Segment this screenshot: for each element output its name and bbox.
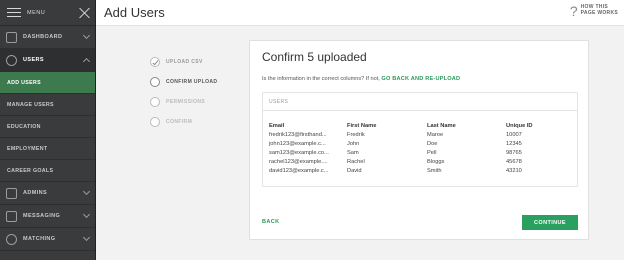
step-confirm-upload: CONFIRM UPLOAD — [150, 72, 217, 92]
help-link[interactable]: ? HOW THIS PAGE WORKS — [570, 4, 618, 18]
match-icon — [6, 233, 17, 245]
sidebar-item-users[interactable]: USERS — [0, 49, 95, 72]
cell-unique-id: 12345 — [506, 140, 522, 147]
chevron-down-icon — [82, 210, 91, 219]
step-label: PERMISSIONS — [166, 99, 206, 105]
circle-icon — [150, 77, 160, 87]
close-icon[interactable] — [78, 6, 92, 20]
chevron-down-icon — [82, 31, 91, 40]
cell-unique-id: 98765 — [506, 149, 522, 156]
help-text-line2: PAGE WORKS — [580, 10, 618, 16]
table-row: sam123@example.co... Sam Pell 98765 — [269, 148, 556, 157]
column-header: First Name — [347, 123, 377, 129]
table-header-row: Email First Name Last Name Unique ID — [269, 122, 556, 130]
sidebar-item-label: ADMINS — [23, 190, 48, 196]
step-confirm: CONFIRM — [150, 112, 217, 132]
sidebar-subitem-add-users[interactable]: ADD USERS — [0, 72, 95, 94]
table-row: david123@example.c... David Smith 43210 — [269, 166, 556, 175]
sidebar-header: MENU — [0, 0, 95, 26]
progress-steps: UPLOAD CSV CONFIRM UPLOAD PERMISSIONS CO… — [150, 52, 217, 132]
users-table: Email First Name Last Name Unique ID fre… — [269, 122, 556, 175]
cell-email: fredrik123@firsthand... — [269, 131, 327, 138]
back-link[interactable]: BACK — [262, 219, 280, 225]
table-row: john123@example.c... John Doe 12345 — [269, 139, 556, 148]
reupload-link[interactable]: GO BACK AND RE-UPLOAD — [381, 76, 460, 82]
circle-icon — [150, 117, 160, 127]
sidebar-item-matching[interactable]: MATCHING — [0, 228, 95, 251]
users-panel: USERS Email First Name Last Name Unique … — [262, 92, 578, 187]
sidebar-item-label: MESSAGING — [23, 213, 61, 219]
home-icon — [6, 31, 17, 43]
step-label: CONFIRM UPLOAD — [166, 79, 218, 85]
sidebar-item-label: USERS — [23, 57, 44, 63]
sidebar-item-label: MATCHING — [23, 236, 56, 242]
users-panel-header: USERS — [263, 93, 577, 111]
sidebar-subitem-manage-users[interactable]: MANAGE USERS — [0, 94, 95, 116]
cell-first-name: John — [347, 140, 360, 147]
table-row: fredrik123@firsthand... Fredrik Maroe 10… — [269, 130, 556, 139]
cell-unique-id: 10007 — [506, 131, 522, 138]
correct-columns-question: Is the information in the correct column… — [262, 76, 460, 82]
sidebar-item-dashboard[interactable]: DASHBOARD — [0, 26, 95, 49]
cell-email: rachel123@example.... — [269, 158, 328, 165]
continue-button[interactable]: CONTINUE — [522, 215, 578, 230]
table-row: rachel123@example.... Rachel Bloggs 4567… — [269, 157, 556, 166]
step-permissions: PERMISSIONS — [150, 92, 217, 112]
sidebar-subitem-education[interactable]: EDUCATION — [0, 116, 95, 138]
cell-last-name: Doe — [427, 140, 438, 147]
column-header: Last Name — [427, 123, 456, 129]
page-title: Add Users — [104, 5, 165, 20]
cell-last-name: Pell — [427, 149, 437, 156]
cell-last-name: Maroe — [427, 131, 444, 138]
message-icon — [6, 210, 17, 222]
sidebar-item-messaging[interactable]: MESSAGING — [0, 205, 95, 228]
hamburger-icon[interactable] — [7, 8, 21, 17]
user-icon — [6, 54, 17, 66]
check-circle-icon — [150, 57, 160, 67]
confirm-card: Confirm 5 uploaded Is the information in… — [249, 40, 589, 240]
column-header: Unique ID — [506, 123, 533, 129]
circle-icon — [150, 97, 160, 107]
main-content: Add Users ? HOW THIS PAGE WORKS UPLOAD C… — [96, 0, 624, 260]
question-mark-icon: ? — [569, 3, 578, 19]
shield-icon — [6, 187, 17, 199]
cell-first-name: Sam — [347, 149, 359, 156]
sidebar-subitem-employment[interactable]: EMPLOYMENT — [0, 138, 95, 160]
card-title: Confirm 5 uploaded — [262, 50, 367, 64]
cell-first-name: Fredrik — [347, 131, 365, 138]
step-label: CONFIRM — [166, 119, 193, 125]
sidebar-subitem-career-goals[interactable]: CAREER GOALS — [0, 160, 95, 182]
step-label: UPLOAD CSV — [166, 59, 203, 65]
step-upload-csv: UPLOAD CSV — [150, 52, 217, 72]
cell-email: john123@example.c... — [269, 140, 326, 147]
sidebar-item-label: DASHBOARD — [23, 34, 63, 40]
cell-email: david123@example.c... — [269, 167, 329, 174]
sidebar-item-admins[interactable]: ADMINS — [0, 182, 95, 205]
cell-first-name: David — [347, 167, 362, 174]
sidebar: MENU DASHBOARD USERS ADD USERS MANAGE US… — [0, 0, 96, 260]
cell-email: sam123@example.co... — [269, 149, 329, 156]
cell-first-name: Rachel — [347, 158, 365, 165]
cell-last-name: Smith — [427, 167, 442, 174]
cell-last-name: Bloggs — [427, 158, 445, 165]
chevron-up-icon — [82, 57, 91, 65]
cell-unique-id: 43210 — [506, 167, 522, 174]
cell-unique-id: 45678 — [506, 158, 522, 165]
top-bar: Add Users ? HOW THIS PAGE WORKS — [96, 0, 624, 26]
question-text: Is the information in the correct column… — [262, 76, 380, 82]
chevron-down-icon — [82, 233, 91, 242]
column-header: Email — [269, 123, 285, 129]
menu-label: MENU — [27, 9, 46, 16]
chevron-down-icon — [82, 187, 91, 196]
